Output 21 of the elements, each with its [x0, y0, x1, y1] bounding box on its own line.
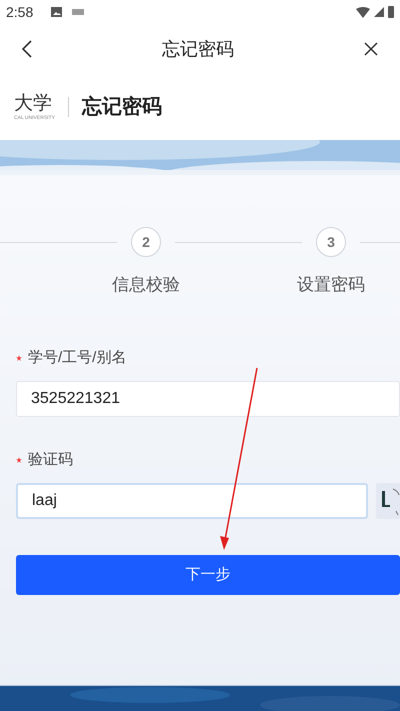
nav-title: 忘记密码 — [161, 38, 235, 60]
input-field[interactable]: laaj — [16, 483, 368, 519]
signal-icon — [374, 7, 384, 17]
school-name: 大学 — [14, 93, 53, 115]
status-time: 2:58 — [6, 2, 34, 22]
step-number: 2 — [131, 227, 161, 257]
captcha-image[interactable] — [376, 483, 400, 519]
page-title: 忘记密码 — [82, 94, 162, 120]
step-label: 设置密码 — [296, 274, 366, 296]
input-field[interactable]: 3525221321 — [16, 381, 400, 417]
close-icon[interactable] — [364, 42, 378, 56]
field-label: 验证码 — [28, 450, 73, 470]
wifi-icon — [356, 6, 370, 18]
next-button[interactable]: 下一步 — [16, 555, 400, 595]
keyboard-icon — [72, 9, 84, 15]
step-number: 3 — [316, 227, 346, 257]
back-icon[interactable] — [22, 40, 32, 58]
image-icon — [51, 7, 62, 17]
battery-icon — [388, 6, 394, 18]
step-label: 信息校验 — [111, 274, 181, 296]
field-label: 学号/工号/别名 — [28, 348, 126, 368]
